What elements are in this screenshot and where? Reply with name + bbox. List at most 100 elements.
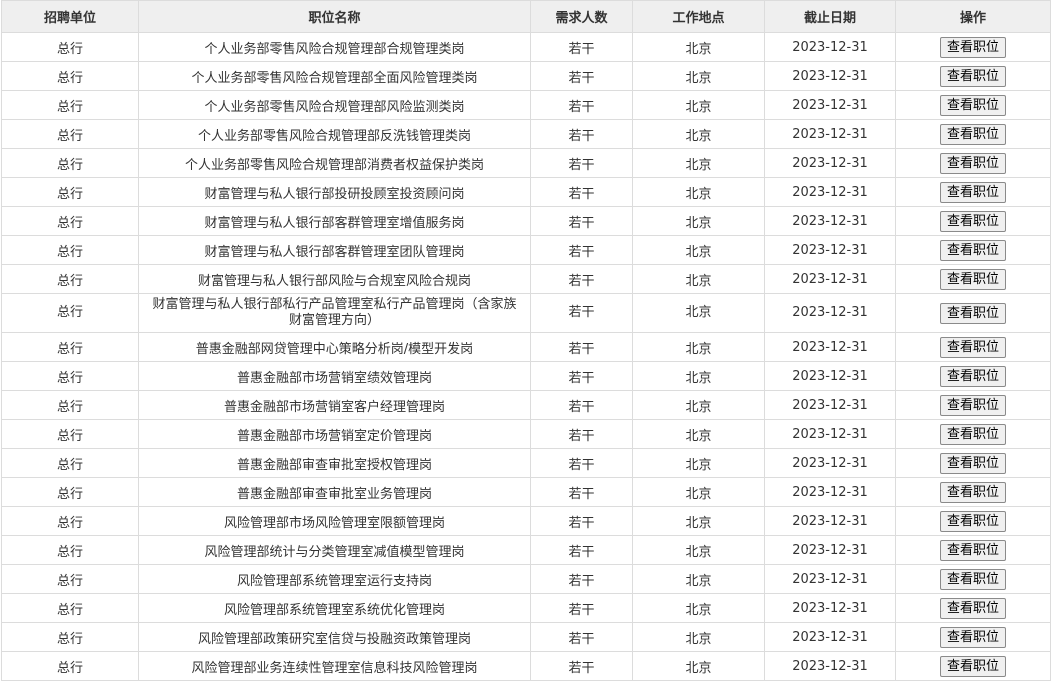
- cell-action: 查看职位: [895, 90, 1051, 120]
- cell-position-name: 风险管理部政策研究室信贷与投融资政策管理岗: [138, 622, 531, 652]
- view-position-button[interactable]: 查看职位: [939, 481, 1006, 503]
- cell-deadline: 2023-12-31: [764, 448, 896, 478]
- cell-deadline: 2023-12-31: [764, 61, 896, 91]
- cell-recruiting-unit: 总行: [1, 361, 139, 391]
- cell-work-location: 北京: [632, 593, 765, 623]
- view-position-button[interactable]: 查看职位: [939, 36, 1006, 58]
- view-position-button[interactable]: 查看职位: [939, 302, 1006, 324]
- cell-deadline: 2023-12-31: [764, 622, 896, 652]
- view-position-button[interactable]: 查看职位: [939, 181, 1006, 203]
- cell-work-location: 北京: [632, 32, 765, 62]
- cell-deadline: 2023-12-31: [764, 593, 896, 623]
- view-position-button[interactable]: 查看职位: [939, 123, 1006, 145]
- view-position-button[interactable]: 查看职位: [939, 94, 1006, 116]
- cell-deadline: 2023-12-31: [764, 477, 896, 507]
- cell-work-location: 北京: [632, 206, 765, 236]
- view-position-button[interactable]: 查看职位: [939, 452, 1006, 474]
- view-position-button[interactable]: 查看职位: [939, 268, 1006, 290]
- cell-headcount: 若干: [530, 264, 633, 294]
- cell-position-name: 财富管理与私人银行部客群管理室团队管理岗: [138, 235, 531, 265]
- cell-deadline: 2023-12-31: [764, 264, 896, 294]
- view-position-button[interactable]: 查看职位: [939, 65, 1006, 87]
- table-row: 总行 风险管理部市场风险管理室限额管理岗 若干 北京 2023-12-31 查看职位: [1, 506, 1051, 536]
- cell-headcount: 若干: [530, 593, 633, 623]
- cell-deadline: 2023-12-31: [764, 506, 896, 536]
- cell-recruiting-unit: 总行: [1, 61, 139, 91]
- cell-headcount: 若干: [530, 119, 633, 149]
- cell-recruiting-unit: 总行: [1, 506, 139, 536]
- cell-position-name: 风险管理部统计与分类管理室减值模型管理岗: [138, 535, 531, 565]
- cell-deadline: 2023-12-31: [764, 564, 896, 594]
- view-position-button[interactable]: 查看职位: [939, 539, 1006, 561]
- cell-action: 查看职位: [895, 264, 1051, 294]
- table-row: 总行 财富管理与私人银行部私行产品管理室私行产品管理岗（含家族财富管理方向） 若干北…: [1, 293, 1051, 333]
- cell-headcount: 若干: [530, 235, 633, 265]
- table-row: 总行 个人业务部零售风险合规管理部风险监测类岗 若干 北京 2023-12-31 查看职位: [1, 90, 1051, 120]
- cell-recruiting-unit: 总行: [1, 206, 139, 236]
- table-row: 总行 财富管理与私人银行部风险与合规室风险合规岗 若干 北京 2023-12-31 查看职…: [1, 264, 1051, 294]
- table-row: 总行 风险管理部系统管理室系统优化管理岗 若干 北京 2023-12-31 查看职位: [1, 593, 1051, 623]
- view-position-button[interactable]: 查看职位: [939, 239, 1006, 261]
- header-work-location: 工作地点: [632, 0, 765, 33]
- table-row: 总行 个人业务部零售风险合规管理部消费者权益保护类岗 若干 北京 2023-12-31 查…: [1, 148, 1051, 178]
- cell-deadline: 2023-12-31: [764, 32, 896, 62]
- cell-action: 查看职位: [895, 332, 1051, 362]
- cell-position-name: 财富管理与私人银行部私行产品管理室私行产品管理岗（含家族财富管理方向）: [138, 293, 531, 333]
- cell-action: 查看职位: [895, 477, 1051, 507]
- table-row: 总行 普惠金融部市场营销室定价管理岗 若干 北京 2023-12-31 查看职位: [1, 419, 1051, 449]
- cell-headcount: 若干: [530, 506, 633, 536]
- cell-position-name: 风险管理部市场风险管理室限额管理岗: [138, 506, 531, 536]
- table-header-row: 招聘单位 职位名称 需求人数 工作地点 截止日期 操作: [1, 0, 1051, 33]
- view-position-button[interactable]: 查看职位: [939, 336, 1006, 358]
- cell-work-location: 北京: [632, 564, 765, 594]
- view-position-button[interactable]: 查看职位: [939, 152, 1006, 174]
- cell-recruiting-unit: 总行: [1, 593, 139, 623]
- cell-headcount: 若干: [530, 177, 633, 207]
- view-position-button[interactable]: 查看职位: [939, 510, 1006, 532]
- cell-headcount: 若干: [530, 61, 633, 91]
- cell-action: 查看职位: [895, 419, 1051, 449]
- cell-work-location: 北京: [632, 90, 765, 120]
- cell-position-name: 财富管理与私人银行部风险与合规室风险合规岗: [138, 264, 531, 294]
- cell-recruiting-unit: 总行: [1, 535, 139, 565]
- cell-action: 查看职位: [895, 651, 1051, 681]
- cell-headcount: 若干: [530, 651, 633, 681]
- cell-deadline: 2023-12-31: [764, 235, 896, 265]
- cell-position-name: 普惠金融部市场营销室客户经理管理岗: [138, 390, 531, 420]
- cell-headcount: 若干: [530, 448, 633, 478]
- cell-action: 查看职位: [895, 564, 1051, 594]
- view-position-button[interactable]: 查看职位: [939, 210, 1006, 232]
- view-position-button[interactable]: 查看职位: [939, 423, 1006, 445]
- cell-position-name: 普惠金融部市场营销室定价管理岗: [138, 419, 531, 449]
- view-position-button[interactable]: 查看职位: [939, 568, 1006, 590]
- view-position-button[interactable]: 查看职位: [939, 394, 1006, 416]
- table-row: 总行 普惠金融部市场营销室绩效管理岗 若干 北京 2023-12-31 查看职位: [1, 361, 1051, 391]
- view-position-button[interactable]: 查看职位: [939, 365, 1006, 387]
- cell-action: 查看职位: [895, 148, 1051, 178]
- cell-position-name: 普惠金融部市场营销室绩效管理岗: [138, 361, 531, 391]
- cell-work-location: 北京: [632, 264, 765, 294]
- cell-work-location: 北京: [632, 448, 765, 478]
- cell-work-location: 北京: [632, 506, 765, 536]
- cell-position-name: 风险管理部系统管理室系统优化管理岗: [138, 593, 531, 623]
- cell-work-location: 北京: [632, 293, 765, 333]
- header-action: 操作: [895, 0, 1051, 33]
- view-position-button[interactable]: 查看职位: [939, 655, 1006, 677]
- cell-recruiting-unit: 总行: [1, 264, 139, 294]
- cell-recruiting-unit: 总行: [1, 564, 139, 594]
- table-row: 总行 普惠金融部网贷管理中心策略分析岗/模型开发岗 若干 北京 2023-12-31 查看…: [1, 332, 1051, 362]
- cell-headcount: 若干: [530, 293, 633, 333]
- view-position-button[interactable]: 查看职位: [939, 597, 1006, 619]
- table-row: 总行 财富管理与私人银行部投研投顾室投资顾问岗 若干 北京 2023-12-31 查看职位: [1, 177, 1051, 207]
- cell-deadline: 2023-12-31: [764, 90, 896, 120]
- cell-position-name: 个人业务部零售风险合规管理部消费者权益保护类岗: [138, 148, 531, 178]
- cell-action: 查看职位: [895, 390, 1051, 420]
- cell-position-name: 个人业务部零售风险合规管理部合规管理类岗: [138, 32, 531, 62]
- cell-headcount: 若干: [530, 564, 633, 594]
- header-deadline: 截止日期: [764, 0, 896, 33]
- cell-work-location: 北京: [632, 390, 765, 420]
- cell-action: 查看职位: [895, 448, 1051, 478]
- cell-recruiting-unit: 总行: [1, 148, 139, 178]
- cell-deadline: 2023-12-31: [764, 177, 896, 207]
- view-position-button[interactable]: 查看职位: [939, 626, 1006, 648]
